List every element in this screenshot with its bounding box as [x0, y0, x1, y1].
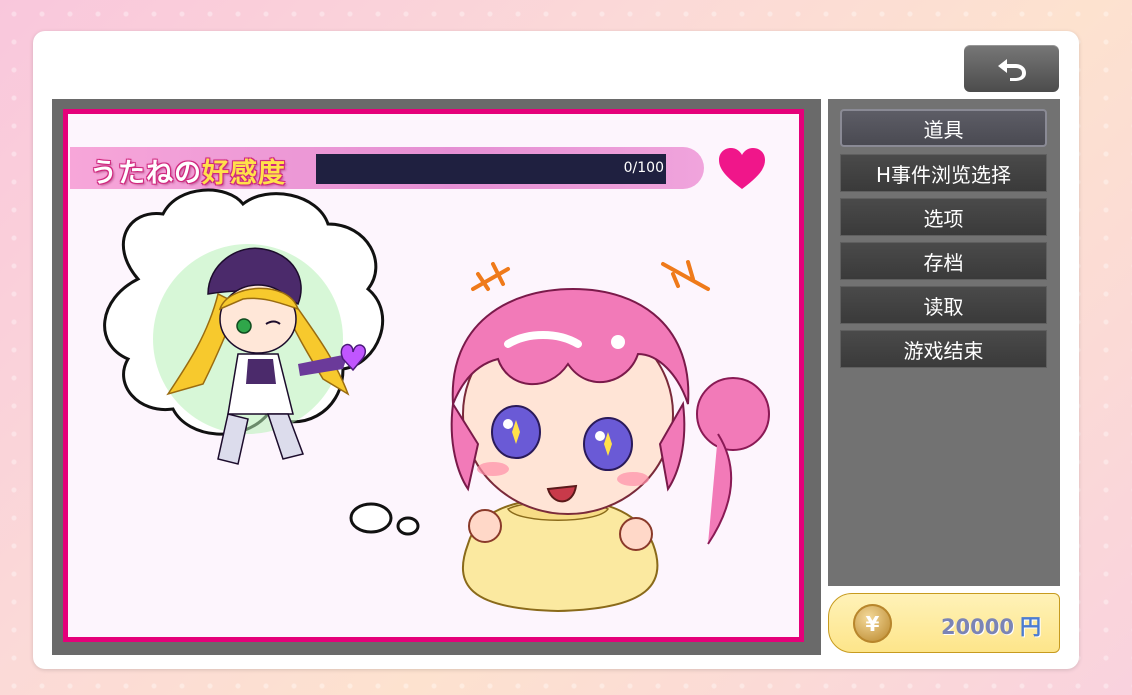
character-stage: うたねの好感度 0/100: [52, 99, 821, 655]
game-menu: 道具 H事件浏览选择 选项 存档 读取 游戏结束: [828, 99, 1060, 586]
money-display: ¥ 20000 円: [828, 593, 1060, 653]
back-arrow-icon: [997, 58, 1026, 81]
money-value: 20000: [940, 615, 1014, 639]
menu-item-load[interactable]: 读取: [840, 286, 1047, 324]
menu-item-label: 读取: [923, 294, 964, 319]
menu-item-label: 道具: [923, 117, 964, 142]
back-button[interactable]: [964, 45, 1059, 92]
money-amount: 20000 円: [941, 611, 1041, 641]
coin-symbol: ¥: [865, 611, 880, 636]
menu-item-save[interactable]: 存档: [840, 242, 1047, 280]
menu-item-label: 存档: [923, 250, 964, 275]
character-frame: うたねの好感度 0/100: [63, 109, 804, 642]
menu-item-label: 游戏结束: [903, 338, 984, 363]
yen-coin-icon: ¥: [853, 604, 892, 643]
menu-item-label: 选项: [923, 206, 964, 231]
utane-character-illustration: [450, 260, 770, 613]
menu-item-h-event-gallery[interactable]: H事件浏览选择: [840, 154, 1047, 192]
menu-item-options[interactable]: 选项: [840, 198, 1047, 236]
menu-item-end-game[interactable]: 游戏结束: [840, 330, 1047, 368]
menu-item-label: H事件浏览选择: [875, 162, 1012, 187]
money-unit: 円: [1020, 615, 1041, 639]
menu-item-items[interactable]: 道具: [840, 109, 1047, 147]
status-window: うたねの好感度 0/100 道具 H事件浏览选择 选项 存档 读取 游戏结束 ¥…: [33, 31, 1079, 669]
